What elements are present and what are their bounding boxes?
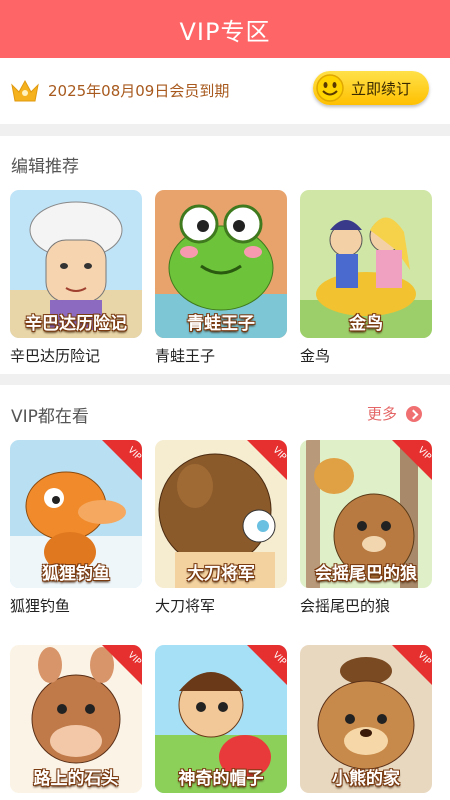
vip-badge: VIP (247, 440, 287, 480)
vip-badge-label: VIP (125, 445, 142, 463)
vip-badge-label: VIP (415, 650, 432, 668)
story-title[interactable]: 金鸟 (300, 345, 330, 366)
vip-badge-label: VIP (270, 650, 287, 668)
vip-badge: VIP (392, 440, 432, 480)
story-cover[interactable]: 辛巴达历险记 (10, 190, 142, 338)
cover-caption: 辛巴达历险记 (25, 314, 127, 334)
story-cover[interactable]: VIP 狐狸钓鱼 (10, 440, 142, 588)
cover-caption: 路上的石头 (33, 769, 119, 789)
more-label: 更多 (367, 405, 398, 423)
story-cover[interactable]: VIP 路上的石头 (10, 645, 142, 793)
vip-badge-label: VIP (270, 445, 287, 463)
vip-badge: VIP (392, 645, 432, 685)
membership-expiry-text: 2025年08月09日会员到期 (48, 82, 230, 100)
vip-badge: VIP (102, 440, 142, 480)
cover-caption: 小熊的家 (332, 769, 400, 789)
editor-picks-title: 编辑推荐 (11, 157, 79, 177)
smiley-icon (316, 74, 344, 102)
vip-badge-label: VIP (125, 650, 142, 668)
header-bar: VIP专区 (0, 0, 450, 58)
vip-watching-title: VIP都在看 (11, 407, 89, 427)
more-link[interactable]: 更多 (367, 403, 423, 424)
section-divider (0, 374, 450, 385)
cover-caption: 神奇的帽子 (178, 769, 264, 789)
story-cover[interactable]: VIP 小熊的家 (300, 645, 432, 793)
story-cover[interactable]: VIP 神奇的帽子 (155, 645, 287, 793)
membership-bar: 2025年08月09日会员到期 立即续订 (0, 58, 450, 124)
cover-caption: 会摇尾巴的狼 (315, 564, 417, 584)
chevron-right-icon (406, 405, 423, 422)
cover-caption: 青蛙王子 (187, 314, 255, 334)
story-title[interactable]: 狐狸钓鱼 (10, 595, 70, 616)
story-title[interactable]: 青蛙王子 (155, 345, 215, 366)
story-title[interactable]: 会摇尾巴的狼 (300, 595, 390, 616)
crown-icon (11, 79, 39, 102)
cover-caption: 大刀将军 (187, 564, 255, 584)
story-cover[interactable]: 金鸟 (300, 190, 432, 338)
page-title: VIP专区 (179, 17, 271, 46)
renew-button[interactable]: 立即续订 (313, 71, 429, 105)
section-divider (0, 124, 450, 136)
vip-badge: VIP (102, 645, 142, 685)
renew-button-label: 立即续订 (351, 79, 412, 98)
story-cover[interactable]: VIP 大刀将军 (155, 440, 287, 588)
story-cover[interactable]: 青蛙王子 (155, 190, 287, 338)
cover-caption: 金鸟 (349, 314, 383, 334)
story-title[interactable]: 辛巴达历险记 (10, 345, 100, 366)
vip-badge: VIP (247, 645, 287, 685)
story-title[interactable]: 大刀将军 (155, 595, 215, 616)
vip-badge-label: VIP (415, 445, 432, 463)
story-cover[interactable]: VIP 会摇尾巴的狼 (300, 440, 432, 588)
cover-caption: 狐狸钓鱼 (42, 564, 110, 584)
